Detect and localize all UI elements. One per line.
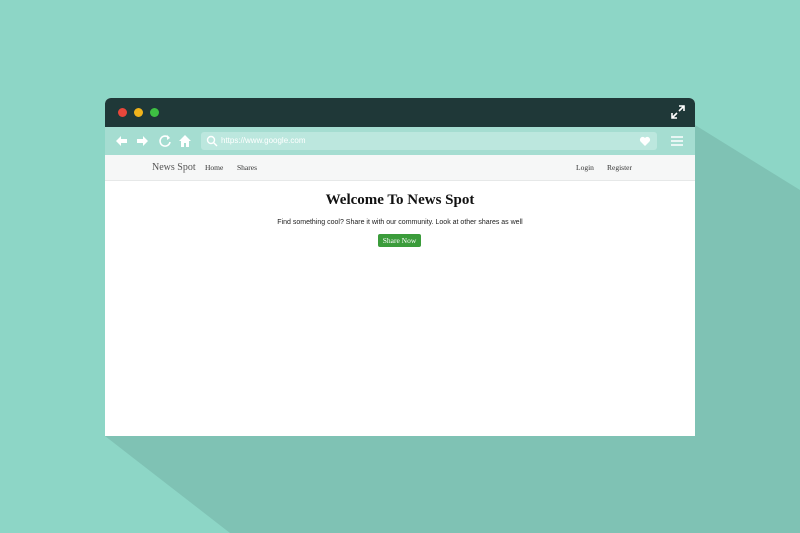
share-now-button[interactable]: Share Now <box>378 234 421 247</box>
site-brand[interactable]: News Spot <box>152 162 196 173</box>
nav-link-home[interactable]: Home <box>205 163 223 172</box>
page-title: Welcome To News Spot <box>325 192 475 208</box>
nav-link-register[interactable]: Register <box>607 163 632 172</box>
page-subtitle: Find something cool? Share it with our c… <box>277 219 523 226</box>
close-window-button[interactable] <box>118 108 127 117</box>
forward-arrow-icon[interactable] <box>136 134 150 148</box>
expand-icon[interactable] <box>671 105 685 119</box>
search-icon <box>206 135 218 147</box>
address-bar[interactable]: https://www.google.com <box>201 132 657 150</box>
hamburger-menu-icon[interactable] <box>670 134 684 148</box>
site-navbar: News Spot Home Shares Login Register <box>105 155 695 181</box>
heart-icon[interactable] <box>639 135 651 147</box>
reload-icon[interactable] <box>158 134 172 148</box>
minimize-window-button[interactable] <box>134 108 143 117</box>
browser-toolbar: https://www.google.com <box>105 127 695 155</box>
browser-window: https://www.google.com News Spot Home Sh… <box>105 98 695 436</box>
url-text: https://www.google.com <box>221 136 306 145</box>
nav-link-shares[interactable]: Shares <box>237 163 257 172</box>
nav-link-login[interactable]: Login <box>576 163 594 172</box>
home-icon[interactable] <box>178 134 192 148</box>
title-bar <box>105 98 695 127</box>
maximize-window-button[interactable] <box>150 108 159 117</box>
back-arrow-icon[interactable] <box>114 134 128 148</box>
